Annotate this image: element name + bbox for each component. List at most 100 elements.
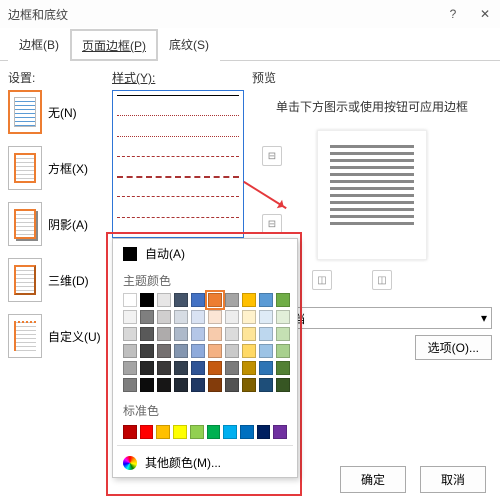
theme-swatch[interactable] [191, 344, 205, 358]
theme-swatch[interactable] [174, 310, 188, 324]
theme-swatch[interactable] [208, 344, 222, 358]
theme-swatch[interactable] [157, 344, 171, 358]
theme-swatch[interactable] [174, 327, 188, 341]
standard-colors-label: 标准色 [113, 398, 297, 421]
theme-swatch[interactable] [225, 293, 239, 307]
theme-swatch[interactable] [259, 378, 273, 392]
settings-label: 设置: [8, 69, 104, 86]
theme-swatch[interactable] [123, 310, 137, 324]
theme-swatch[interactable] [123, 361, 137, 375]
standard-swatch[interactable] [240, 425, 254, 439]
theme-swatch[interactable] [157, 361, 171, 375]
theme-swatch[interactable] [276, 293, 290, 307]
theme-swatch[interactable] [242, 327, 256, 341]
theme-swatch[interactable] [242, 378, 256, 392]
theme-swatch[interactable] [191, 310, 205, 324]
setting-3d[interactable]: 三维(D) [8, 258, 104, 302]
theme-swatch[interactable] [191, 361, 205, 375]
theme-swatch[interactable] [157, 327, 171, 341]
theme-swatch[interactable] [208, 361, 222, 375]
color-wheel-icon [123, 456, 137, 470]
theme-swatch[interactable] [157, 293, 171, 307]
standard-swatch[interactable] [190, 425, 204, 439]
theme-swatch[interactable] [191, 327, 205, 341]
theme-swatch[interactable] [140, 378, 154, 392]
border-top-button[interactable]: ⊟ [262, 146, 282, 166]
theme-swatch[interactable] [259, 361, 273, 375]
theme-swatch[interactable] [276, 378, 290, 392]
theme-swatch[interactable] [276, 327, 290, 341]
theme-colors-label: 主题颜色 [113, 268, 297, 291]
standard-swatch[interactable] [257, 425, 271, 439]
theme-swatch[interactable] [174, 293, 188, 307]
theme-swatch[interactable] [276, 344, 290, 358]
standard-swatch[interactable] [223, 425, 237, 439]
standard-swatch[interactable] [173, 425, 187, 439]
theme-swatch[interactable] [174, 378, 188, 392]
theme-swatch[interactable] [276, 361, 290, 375]
theme-swatch[interactable] [140, 344, 154, 358]
standard-swatch[interactable] [207, 425, 221, 439]
cancel-button[interactable]: 取消 [420, 466, 486, 493]
theme-swatch[interactable] [259, 327, 273, 341]
theme-swatch[interactable] [123, 344, 137, 358]
theme-swatch[interactable] [242, 293, 256, 307]
border-left-button[interactable]: ◫ [312, 270, 332, 290]
theme-swatch[interactable] [276, 310, 290, 324]
tab-border[interactable]: 边框(B) [8, 29, 70, 61]
theme-swatch[interactable] [225, 344, 239, 358]
theme-swatch[interactable] [242, 361, 256, 375]
setting-box[interactable]: 方框(X) [8, 146, 104, 190]
theme-swatch[interactable] [242, 310, 256, 324]
theme-swatch[interactable] [140, 327, 154, 341]
theme-swatch[interactable] [123, 293, 137, 307]
theme-swatch[interactable] [225, 327, 239, 341]
theme-swatch[interactable] [208, 378, 222, 392]
theme-swatch[interactable] [157, 378, 171, 392]
theme-swatch[interactable] [208, 310, 222, 324]
theme-swatch[interactable] [242, 344, 256, 358]
theme-swatch[interactable] [208, 327, 222, 341]
theme-swatch[interactable] [259, 344, 273, 358]
style-list[interactable] [112, 90, 244, 238]
help-button[interactable]: ? [446, 7, 460, 21]
ok-button[interactable]: 确定 [340, 466, 406, 493]
theme-swatch[interactable] [140, 310, 154, 324]
close-button[interactable]: ✕ [478, 7, 492, 21]
theme-swatch[interactable] [191, 378, 205, 392]
theme-swatch[interactable] [174, 344, 188, 358]
setting-custom[interactable]: 自定义(U) [8, 314, 104, 358]
theme-swatch[interactable] [259, 293, 273, 307]
theme-swatch[interactable] [123, 378, 137, 392]
preview-label: 预览 [252, 69, 492, 86]
theme-swatch[interactable] [140, 361, 154, 375]
border-right-button[interactable]: ◫ [372, 270, 392, 290]
standard-swatch[interactable] [273, 425, 287, 439]
theme-swatch[interactable] [140, 293, 154, 307]
more-colors[interactable]: 其他颜色(M)... [113, 448, 297, 477]
chevron-down-icon: ▾ [481, 311, 487, 325]
preview-page[interactable] [317, 130, 427, 260]
theme-swatch[interactable] [174, 361, 188, 375]
color-auto[interactable]: 自动(A) [113, 239, 297, 268]
auto-swatch-icon [123, 247, 137, 261]
standard-swatch[interactable] [140, 425, 154, 439]
setting-shadow[interactable]: 阴影(A) [8, 202, 104, 246]
options-button[interactable]: 选项(O)... [415, 335, 492, 360]
border-bottom-button[interactable]: ⊟ [262, 214, 282, 234]
theme-swatch[interactable] [157, 310, 171, 324]
standard-swatch[interactable] [156, 425, 170, 439]
theme-swatch[interactable] [225, 378, 239, 392]
theme-swatch[interactable] [123, 327, 137, 341]
color-dropdown: 自动(A) 主题颜色 标准色 其他颜色(M)... [112, 238, 298, 478]
style-label: 样式(Y): [112, 69, 244, 86]
standard-swatch[interactable] [123, 425, 137, 439]
theme-swatch[interactable] [208, 293, 222, 307]
theme-swatch[interactable] [225, 310, 239, 324]
tab-shading[interactable]: 底纹(S) [158, 29, 220, 61]
tab-page-border[interactable]: 页面边框(P) [70, 29, 158, 61]
theme-swatch[interactable] [225, 361, 239, 375]
theme-swatch[interactable] [191, 293, 205, 307]
theme-swatch[interactable] [259, 310, 273, 324]
setting-none[interactable]: 无(N) [8, 90, 104, 134]
